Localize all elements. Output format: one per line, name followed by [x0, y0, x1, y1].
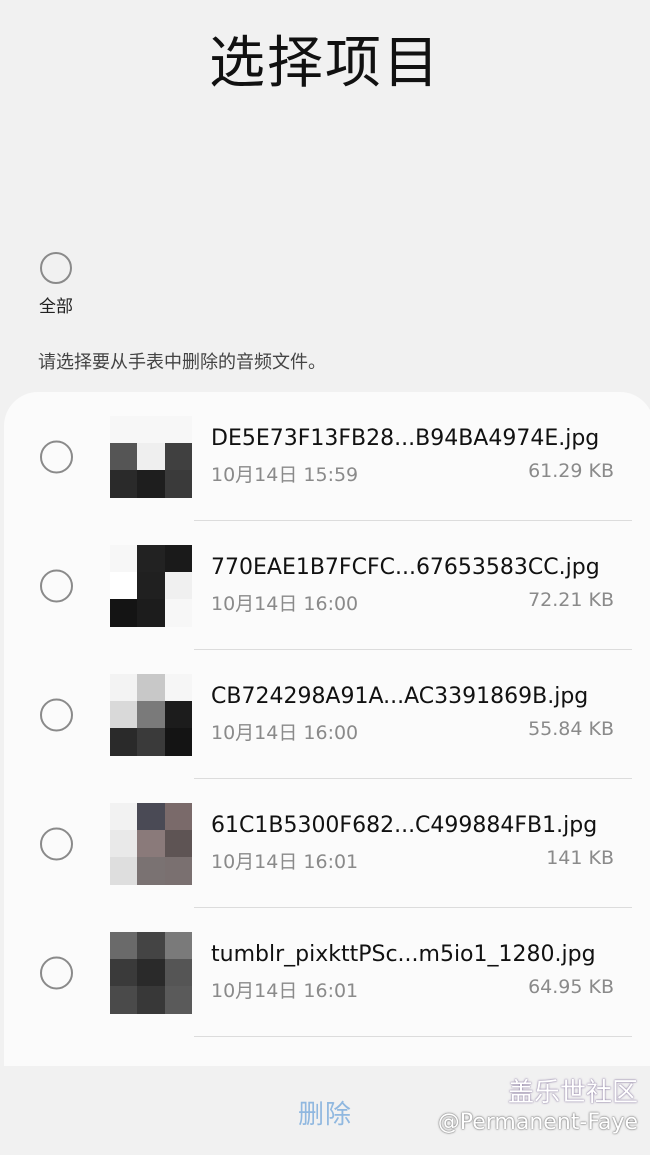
- thumbnail-pixel: [164, 728, 192, 756]
- list-item[interactable]: CB724298A91A...AC3391869B.jpg 10月14日 16:…: [4, 650, 650, 779]
- file-name: 770EAE1B7FCFC...67653583CC.jpg: [211, 555, 600, 580]
- thumbnail-pixel: [137, 931, 165, 959]
- thumbnail-pixel: [164, 931, 192, 959]
- thumbnail-pixel: [137, 857, 165, 885]
- thumbnail-pixel: [110, 571, 138, 600]
- item-radio[interactable]: [40, 956, 73, 989]
- thumbnail-pixel: [137, 571, 165, 600]
- thumbnail-pixel: [110, 958, 138, 987]
- thumbnail-pixel: [164, 442, 192, 471]
- file-list: DE5E73F13FB28...B94BA4974E.jpg 10月14日 15…: [4, 392, 650, 1092]
- watermark-brand: 盖乐世社区: [507, 1078, 638, 1108]
- thumbnail-pixel: [110, 673, 138, 701]
- file-date: 10月14日 16:00: [211, 722, 359, 744]
- thumbnail-pixel: [164, 571, 192, 600]
- thumbnail-pixel: [137, 958, 165, 987]
- file-size: 64.95 KB: [528, 976, 614, 998]
- divider: [194, 1036, 632, 1037]
- thumbnail-pixel: [110, 931, 138, 959]
- thumbnail-image: [110, 802, 192, 885]
- thumbnail-pixel: [137, 700, 165, 729]
- file-date: 10月14日 16:00: [211, 593, 359, 615]
- thumbnail-pixel: [137, 986, 165, 1014]
- thumbnail-pixel: [137, 673, 165, 701]
- file-size: 72.21 KB: [528, 589, 614, 611]
- thumbnail-pixel: [164, 986, 192, 1014]
- thumbnail-image: [110, 673, 192, 756]
- file-name: 61C1B5300F682...C499884FB1.jpg: [211, 813, 598, 838]
- list-item[interactable]: DE5E73F13FB28...B94BA4974E.jpg 10月14日 15…: [4, 392, 650, 521]
- thumbnail-pixel: [110, 986, 138, 1014]
- thumbnail-pixel: [110, 470, 138, 498]
- item-radio[interactable]: [40, 827, 73, 860]
- thumbnail-pixel: [137, 599, 165, 627]
- thumbnail-pixel: [164, 857, 192, 885]
- thumbnail-pixel: [137, 829, 165, 858]
- file-name: tumblr_pixkttPSc...m5io1_1280.jpg: [211, 942, 596, 967]
- thumbnail-pixel: [137, 728, 165, 756]
- file-size: 61.29 KB: [528, 460, 614, 482]
- thumbnail-image: [110, 415, 192, 498]
- thumbnail-pixel: [110, 728, 138, 756]
- thumbnail-pixel: [110, 829, 138, 858]
- thumbnail-image: [110, 544, 192, 627]
- thumbnail-pixel: [164, 673, 192, 701]
- file-size: 141 KB: [546, 847, 614, 869]
- thumbnail-pixel: [137, 442, 165, 471]
- item-radio[interactable]: [40, 440, 73, 473]
- thumbnail-pixel: [110, 857, 138, 885]
- select-all-label: 全部: [39, 297, 73, 317]
- thumbnail-pixel: [164, 700, 192, 729]
- file-date: 10月14日 16:01: [211, 851, 359, 873]
- select-all-radio[interactable]: [40, 252, 72, 284]
- item-radio[interactable]: [40, 698, 73, 731]
- file-date: 10月14日 15:59: [211, 464, 359, 486]
- thumbnail-pixel: [164, 544, 192, 572]
- thumbnail-pixel: [110, 802, 138, 830]
- thumbnail-pixel: [137, 802, 165, 830]
- page-title: 选择项目: [209, 31, 441, 96]
- thumbnail-pixel: [164, 802, 192, 830]
- watermark-user: @Permanent-Faye: [437, 1110, 638, 1135]
- thumbnail-pixel: [110, 442, 138, 471]
- list-item[interactable]: 61C1B5300F682...C499884FB1.jpg 10月14日 16…: [4, 779, 650, 908]
- thumbnail-pixel: [164, 470, 192, 498]
- thumbnail-image: [110, 931, 192, 1014]
- item-radio[interactable]: [40, 569, 73, 602]
- thumbnail-pixel: [164, 599, 192, 627]
- thumbnail-pixel: [110, 700, 138, 729]
- thumbnail-pixel: [110, 544, 138, 572]
- instruction-text: 请选择要从手表中删除的音频文件。: [38, 352, 326, 373]
- thumbnail-pixel: [137, 415, 165, 443]
- thumbnail-pixel: [137, 470, 165, 498]
- thumbnail-pixel: [137, 544, 165, 572]
- thumbnail-pixel: [110, 599, 138, 627]
- file-name: DE5E73F13FB28...B94BA4974E.jpg: [211, 426, 600, 451]
- select-all[interactable]: 全部: [32, 252, 80, 317]
- file-size: 55.84 KB: [528, 718, 614, 740]
- thumbnail-pixel: [164, 958, 192, 987]
- file-name: CB724298A91A...AC3391869B.jpg: [211, 684, 589, 709]
- thumbnail-pixel: [164, 829, 192, 858]
- file-date: 10月14日 16:01: [211, 980, 359, 1002]
- list-item[interactable]: 770EAE1B7FCFC...67653583CC.jpg 10月14日 16…: [4, 521, 650, 650]
- list-item[interactable]: tumblr_pixkttPSc...m5io1_1280.jpg 10月14日…: [4, 908, 650, 1037]
- thumbnail-pixel: [110, 415, 138, 443]
- thumbnail-pixel: [164, 415, 192, 443]
